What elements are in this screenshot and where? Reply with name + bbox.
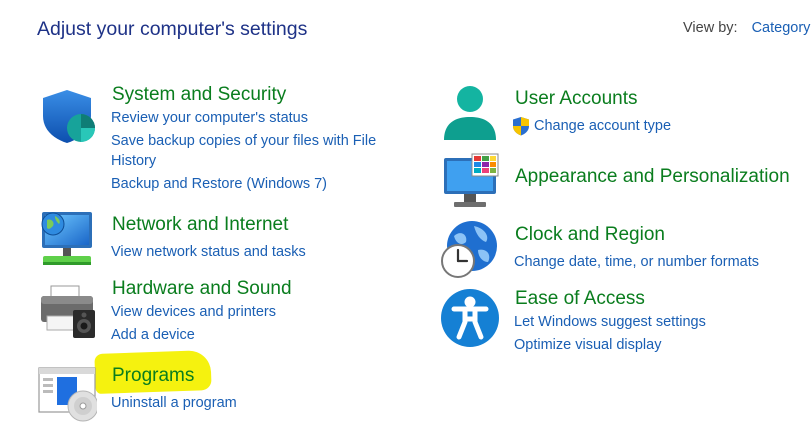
programs-disc-icon[interactable] xyxy=(37,364,97,424)
user-icon[interactable] xyxy=(440,84,500,144)
shield-icon[interactable] xyxy=(37,86,97,146)
globe-network-icon[interactable] xyxy=(37,208,97,268)
link-network-status[interactable]: View network status and tasks xyxy=(111,244,306,261)
category-title-clock[interactable]: Clock and Region xyxy=(515,224,665,246)
view-by: View by: Category xyxy=(683,20,810,36)
link-change-account-type[interactable]: Change account type xyxy=(534,118,671,135)
monitor-palette-icon[interactable] xyxy=(440,152,500,212)
link-review-status[interactable]: Review your computer's status xyxy=(111,110,308,127)
category-title-programs[interactable]: Programs xyxy=(112,365,194,387)
link-backup-restore[interactable]: Backup and Restore (Windows 7) xyxy=(111,176,327,193)
category-title-ease-of-access[interactable]: Ease of Access xyxy=(515,288,645,310)
link-optimize-visual[interactable]: Optimize visual display xyxy=(514,337,661,354)
category-title-network[interactable]: Network and Internet xyxy=(112,214,288,236)
link-change-date-time[interactable]: Change date, time, or number formats xyxy=(514,254,759,271)
page-title: Adjust your computer's settings xyxy=(37,18,308,40)
category-title-hardware[interactable]: Hardware and Sound xyxy=(112,278,292,300)
view-by-dropdown[interactable]: Category xyxy=(752,20,811,36)
link-uninstall-program[interactable]: Uninstall a program xyxy=(111,395,237,412)
view-by-label: View by: xyxy=(683,20,738,36)
category-title-user-accounts[interactable]: User Accounts xyxy=(515,88,638,110)
category-title-system-security[interactable]: System and Security xyxy=(112,84,286,106)
link-save-backup-file-history-cont[interactable]: History xyxy=(111,153,156,170)
clock-globe-icon[interactable] xyxy=(440,220,500,280)
link-add-device[interactable]: Add a device xyxy=(111,327,195,344)
accessibility-icon[interactable] xyxy=(440,288,500,348)
printer-speaker-icon[interactable] xyxy=(37,282,97,342)
link-devices-printers[interactable]: View devices and printers xyxy=(111,304,276,321)
link-save-backup-file-history[interactable]: Save backup copies of your files with Fi… xyxy=(111,133,376,150)
category-title-appearance[interactable]: Appearance and Personalization xyxy=(515,166,790,188)
uac-shield-icon xyxy=(512,116,530,136)
link-windows-suggest[interactable]: Let Windows suggest settings xyxy=(514,314,706,331)
